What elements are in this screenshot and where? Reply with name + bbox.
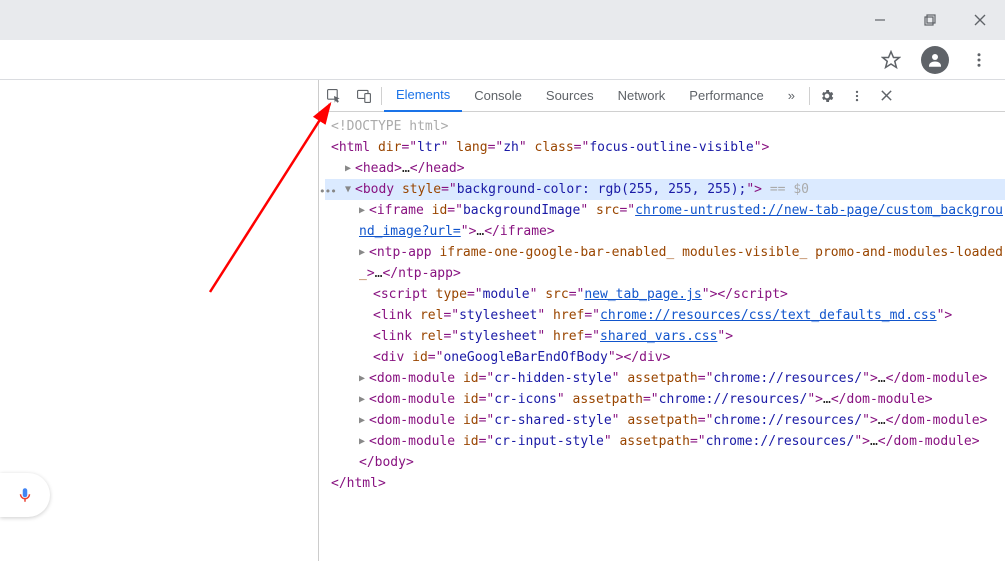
window-close-button[interactable] [965,5,995,35]
devtools-close-icon[interactable] [872,80,902,112]
tab-performance[interactable]: Performance [677,80,775,112]
voice-search-button[interactable] [0,473,50,517]
page-content-area [0,80,318,561]
tab-elements[interactable]: Elements [384,80,462,112]
dom-module-3[interactable]: <dom-module id="cr-shared-style" assetpa… [325,410,1005,431]
dom-html-close[interactable]: </html> [325,473,1005,494]
bookmark-star-icon[interactable] [879,48,903,72]
window-maximize-button[interactable] [915,5,945,35]
dom-module-4[interactable]: <dom-module id="cr-input-style" assetpat… [325,431,1005,452]
dom-script[interactable]: <script type="module" src="new_tab_page.… [325,284,1005,305]
tab-network[interactable]: Network [606,80,678,112]
device-toolbar-icon[interactable] [349,80,379,112]
window-minimize-button[interactable] [865,5,895,35]
dom-module-1[interactable]: <dom-module id="cr-hidden-style" assetpa… [325,368,1005,389]
dom-body-selected[interactable]: •••<body style="background-color: rgb(25… [325,179,1005,200]
dom-module-2[interactable]: <dom-module id="cr-icons" assetpath="chr… [325,389,1005,410]
dom-body-close[interactable]: </body> [325,452,1005,473]
dom-tree[interactable]: <!DOCTYPE html> <html dir="ltr" lang="zh… [319,112,1005,561]
dom-html-open[interactable]: <html dir="ltr" lang="zh" class="focus-o… [325,137,1005,158]
dom-doctype: <!DOCTYPE html> [331,119,448,134]
browser-toolbar [0,40,1005,80]
dom-ntp-app[interactable]: <ntp-app iframe-one-google-bar-enabled_ … [325,242,1005,284]
dom-div[interactable]: <div id="oneGoogleBarEndOfBody"></div> [325,347,1005,368]
devtools-menu-icon[interactable] [842,80,872,112]
devtools-panel: Elements Console Sources Network Perform… [318,80,1005,561]
tab-sources[interactable]: Sources [534,80,606,112]
devtools-toolbar: Elements Console Sources Network Perform… [319,80,1005,112]
inspect-element-icon[interactable] [319,80,349,112]
browser-menu-icon[interactable] [967,48,991,72]
tab-more[interactable]: » [776,80,807,112]
tab-console[interactable]: Console [462,80,534,112]
profile-avatar-icon[interactable] [921,46,949,74]
dom-link-1[interactable]: <link rel="stylesheet" href="chrome://re… [325,305,1005,326]
dom-head[interactable]: <head>…</head> [325,158,1005,179]
dom-link-2[interactable]: <link rel="stylesheet" href="shared_vars… [325,326,1005,347]
window-titlebar [0,0,1005,40]
settings-gear-icon[interactable] [812,80,842,112]
dom-iframe[interactable]: <iframe id="backgroundImage" src="chrome… [325,200,1005,242]
